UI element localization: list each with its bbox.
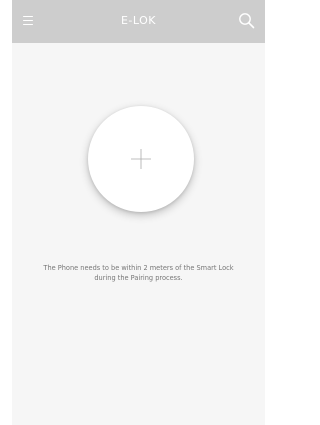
top-app-bar: E-LOK [12,0,265,43]
plus-icon [131,149,151,169]
add-lock-button[interactable] [88,106,194,212]
pairing-notice-line-1: The Phone needs to be within 2 meters of… [43,264,234,272]
pairing-notice: The Phone needs to be within 2 meters of… [12,263,265,283]
pairing-notice-line-2: during the Pairing process. [94,274,183,282]
app-title: E-LOK [120,14,157,27]
search-icon[interactable] [237,11,257,31]
app-screen: E-LOK The Phone needs to be within 2 met… [12,0,265,425]
